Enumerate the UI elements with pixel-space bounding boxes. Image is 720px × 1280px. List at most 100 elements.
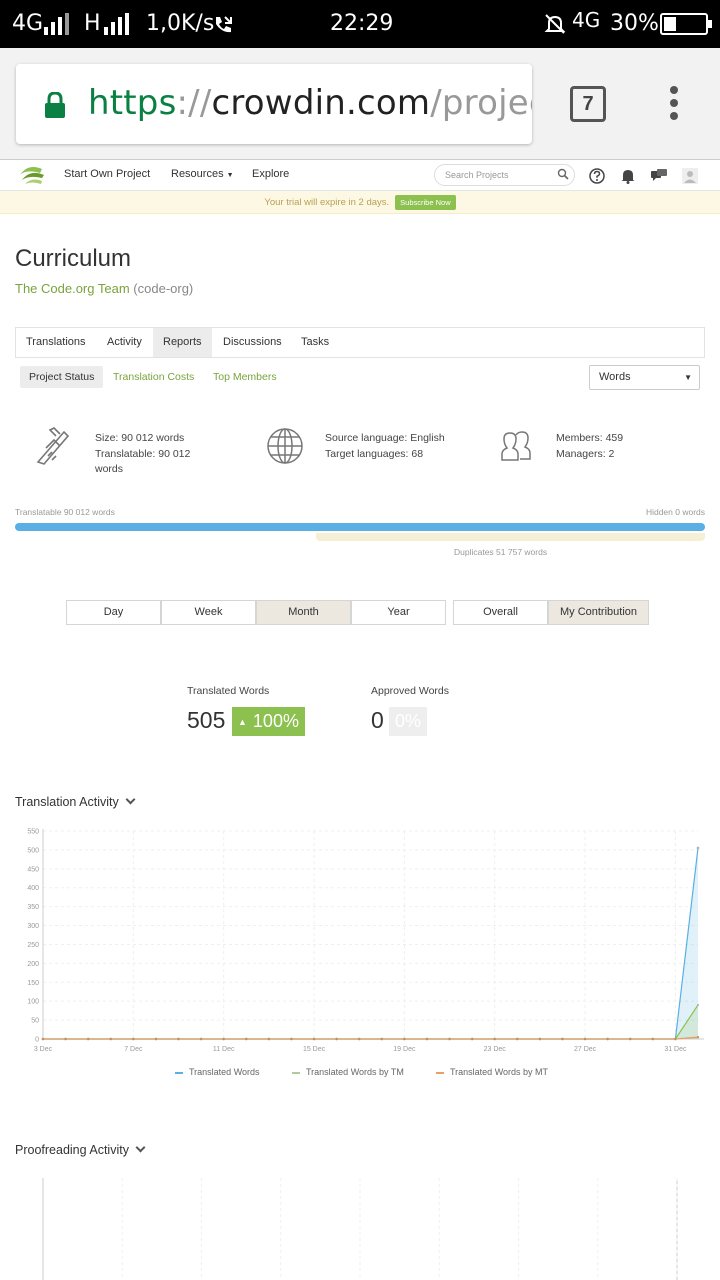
signal-icon	[44, 13, 69, 35]
members-text: Members: 459	[556, 432, 624, 444]
tab-activity[interactable]: Activity	[97, 328, 152, 357]
network-type-3: 4G	[572, 8, 601, 32]
series-line	[43, 847, 699, 1040]
chevron-down-icon	[125, 794, 136, 805]
series-area	[43, 1004, 698, 1039]
tab-reports[interactable]: Reports	[153, 328, 212, 357]
caret-down-icon: ▼	[226, 172, 234, 179]
select-arrow-icon: ▼	[684, 373, 692, 382]
approved-words-value: 0	[371, 707, 384, 733]
subtab-top-members[interactable]: Top Members	[204, 366, 286, 388]
nav-resources-label: Resources	[171, 168, 224, 180]
legend-translated-words-tm[interactable]: Translated Words by TM	[292, 1067, 404, 1077]
y-tick-label: 550	[27, 829, 39, 836]
subtab-project-status[interactable]: Project Status	[20, 366, 104, 388]
unit-select[interactable]: Words ▼	[589, 365, 700, 390]
globe-icon	[267, 428, 303, 464]
translation-activity-heading[interactable]: Translation Activity	[15, 794, 136, 809]
tab-tasks[interactable]: Tasks	[291, 328, 339, 357]
size-stats: Size: 90 012 words Translatable: 90 012 …	[95, 431, 190, 478]
translated-words-label: Translated Words	[187, 685, 270, 697]
series-line	[43, 1036, 699, 1040]
help-icon[interactable]	[588, 167, 606, 185]
tab-switcher-button[interactable]: 7	[570, 86, 606, 122]
y-tick-label: 400	[27, 885, 39, 892]
network-type-1: 4G	[12, 11, 44, 36]
approved-words-percent: 0%	[395, 711, 422, 731]
data-point	[200, 1037, 203, 1041]
data-point	[696, 1036, 700, 1039]
x-tick-label: 31 Dec	[664, 1046, 687, 1053]
period-month-button[interactable]: Month	[256, 600, 351, 625]
data-point	[358, 1037, 361, 1041]
period-day-button[interactable]: Day	[66, 600, 161, 625]
proofreading-activity-chart	[42, 1178, 678, 1280]
overflow-menu-icon[interactable]	[668, 86, 680, 122]
data-point	[177, 1037, 180, 1041]
tab-discussions[interactable]: Discussions	[213, 328, 292, 357]
nav-start-own-project[interactable]: Start Own Project	[64, 168, 150, 180]
user-avatar-icon[interactable]	[681, 167, 699, 185]
battery-percent: 30%	[610, 11, 659, 36]
data-point	[425, 1037, 429, 1041]
subscribe-now-button[interactable]: Subscribe Now	[395, 194, 456, 210]
nav-explore[interactable]: Explore	[252, 168, 289, 180]
legend-swatch	[292, 1071, 300, 1074]
status-bar: 4G H 1,0K/s 22:29 4G 30%	[0, 0, 720, 48]
nav-resources[interactable]: Resources ▼	[171, 168, 234, 180]
proofreading-activity-label: Proofreading Activity	[15, 1143, 129, 1157]
period-year-button[interactable]: Year	[351, 600, 446, 625]
bell-icon[interactable]	[619, 167, 637, 185]
subtab-translation-costs[interactable]: Translation Costs	[104, 366, 203, 388]
url-separator: ://	[176, 83, 212, 123]
page-title: Curriculum	[15, 245, 132, 272]
y-tick-label: 150	[27, 980, 39, 987]
network-speed: 1,0K/s	[146, 11, 215, 36]
legend-translated-words-tm-label: Translated Words by TM	[306, 1067, 404, 1077]
translation-activity-chart: 0 50 100 150 200 250 300 350 400 450 500 550 3 Dec 7 …	[27, 829, 704, 1053]
project-tabs: Translations Activity Reports Discussion…	[15, 327, 705, 358]
translation-activity-label: Translation Activity	[15, 795, 119, 809]
missed-call-icon	[216, 16, 232, 33]
address-bar[interactable]: https://crowdin.com/project/le	[16, 64, 532, 144]
translatable-label: Translatable 90 012 words	[15, 507, 115, 517]
period-week-button[interactable]: Week	[161, 600, 256, 625]
url-path: /project/le	[430, 83, 532, 123]
team-link[interactable]: The Code.org Team	[15, 281, 130, 296]
url-text[interactable]: https://crowdin.com/project/le	[88, 83, 532, 123]
approved-words-badge: 0%	[389, 707, 428, 736]
data-point	[696, 1003, 700, 1007]
site-header: Start Own Project Resources ▼ Explore Sea…	[0, 161, 720, 191]
data-point	[64, 1037, 67, 1041]
project-owner: The Code.org Team (code-org)	[15, 281, 193, 296]
search-icon[interactable]	[557, 168, 569, 180]
data-point	[222, 1037, 225, 1041]
legend-translated-words[interactable]: Translated Words	[175, 1067, 260, 1077]
scope-overall-button[interactable]: Overall	[453, 600, 548, 625]
proofreading-activity-heading[interactable]: Proofreading Activity	[15, 1142, 146, 1157]
crowdin-logo-icon[interactable]	[16, 165, 46, 187]
data-point	[245, 1037, 248, 1041]
series-line	[43, 1004, 699, 1040]
tab-translations[interactable]: Translations	[16, 328, 96, 357]
clock: 22:29	[330, 11, 394, 36]
url-scheme: https	[88, 83, 177, 123]
messages-icon[interactable]	[650, 167, 668, 185]
data-point	[403, 1037, 406, 1041]
data-point	[606, 1037, 609, 1041]
network-type-2: H	[84, 11, 101, 36]
legend-translated-words-mt[interactable]: Translated Words by MT	[436, 1067, 548, 1077]
lock-icon	[45, 92, 65, 118]
data-point	[87, 1037, 90, 1041]
approved-words-label: Approved Words	[371, 685, 450, 697]
y-tick-label: 50	[31, 1018, 39, 1025]
trial-text: Your trial will expire in 2 days.	[264, 197, 390, 208]
duplicates-bar	[316, 533, 705, 541]
data-point	[629, 1037, 632, 1041]
team-slug: (code-org)	[133, 281, 194, 296]
data-point	[109, 1037, 112, 1041]
managers-text: Managers: 2	[556, 447, 615, 460]
data-point	[380, 1037, 383, 1041]
search-input[interactable]: Search Projects	[434, 164, 575, 186]
scope-my-contribution-button[interactable]: My Contribution	[548, 600, 649, 625]
